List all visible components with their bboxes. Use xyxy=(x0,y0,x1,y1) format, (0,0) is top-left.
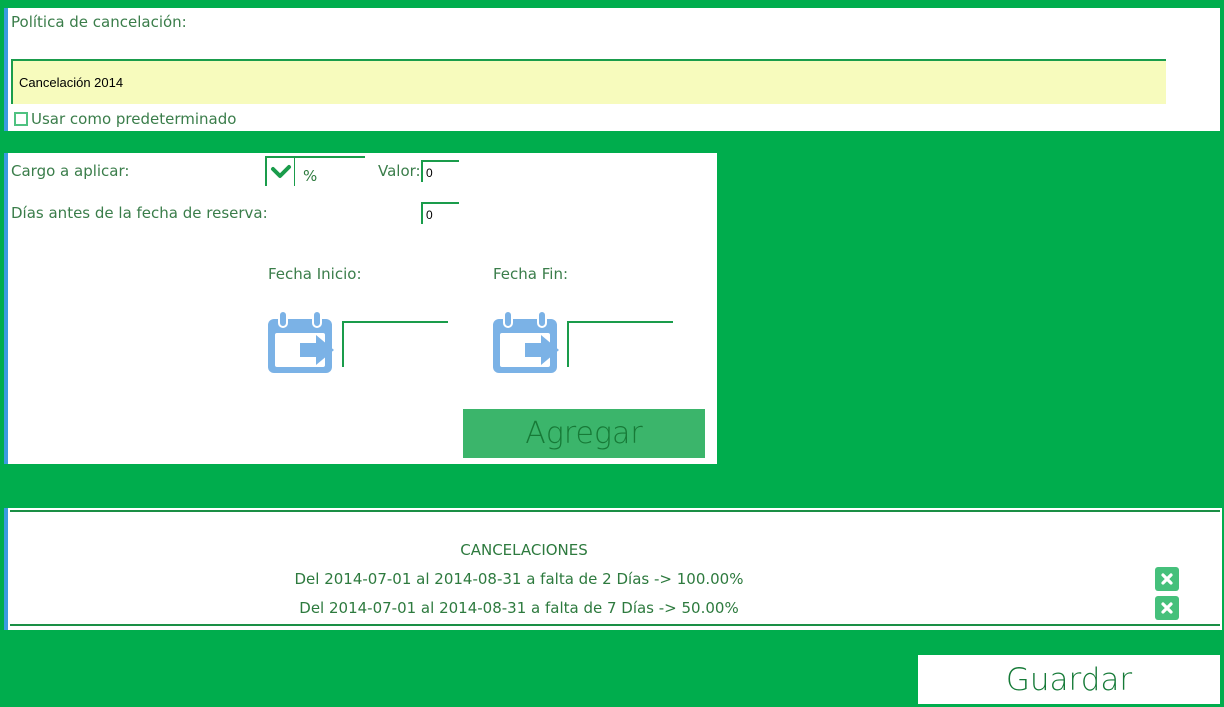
days-input[interactable] xyxy=(421,202,459,224)
policy-label: Política de cancelación: xyxy=(11,13,187,31)
list-item: Del 2014-07-01 al 2014-08-31 a falta de … xyxy=(294,570,744,588)
calendar-arrow-icon[interactable] xyxy=(491,309,561,375)
policy-panel: Política de cancelación: Usar como prede… xyxy=(4,8,1220,131)
start-date-input[interactable] xyxy=(342,321,448,367)
default-checkbox-label: Usar como predeterminado xyxy=(31,110,237,128)
save-button[interactable]: Guardar xyxy=(918,655,1220,704)
start-date-label: Fecha Inicio: xyxy=(268,265,362,283)
calendar-arrow-icon[interactable] xyxy=(266,309,336,375)
panel-edge xyxy=(4,8,8,131)
divider xyxy=(10,510,1220,512)
charge-value-input[interactable] xyxy=(421,160,459,182)
cancellations-title: CANCELACIONES xyxy=(460,541,588,559)
charge-type-value: % xyxy=(303,167,318,185)
panel-edge xyxy=(4,153,8,464)
delete-button[interactable] xyxy=(1155,596,1179,620)
divider xyxy=(10,624,1220,626)
list-item: Del 2014-07-01 al 2014-08-31 a falta de … xyxy=(299,599,739,617)
close-icon xyxy=(1161,573,1173,585)
chevron-down-icon[interactable] xyxy=(265,158,295,186)
end-date-input[interactable] xyxy=(567,321,673,367)
charge-type-select[interactable]: % xyxy=(265,156,365,186)
days-label: Días antes de la fecha de reserva: xyxy=(11,204,268,222)
default-checkbox[interactable] xyxy=(14,112,28,126)
policy-name-input[interactable] xyxy=(11,59,1166,104)
delete-button[interactable] xyxy=(1155,567,1179,591)
charge-label: Cargo a aplicar: xyxy=(11,162,130,180)
value-label: Valor: xyxy=(378,162,421,180)
charge-panel: Cargo a aplicar: % Valor: Días antes de … xyxy=(4,153,717,464)
add-button[interactable]: Agregar xyxy=(463,409,705,458)
close-icon xyxy=(1161,602,1173,614)
end-date-label: Fecha Fin: xyxy=(493,265,569,283)
cancellations-panel: CANCELACIONES Del 2014-07-01 al 2014-08-… xyxy=(4,508,1222,630)
